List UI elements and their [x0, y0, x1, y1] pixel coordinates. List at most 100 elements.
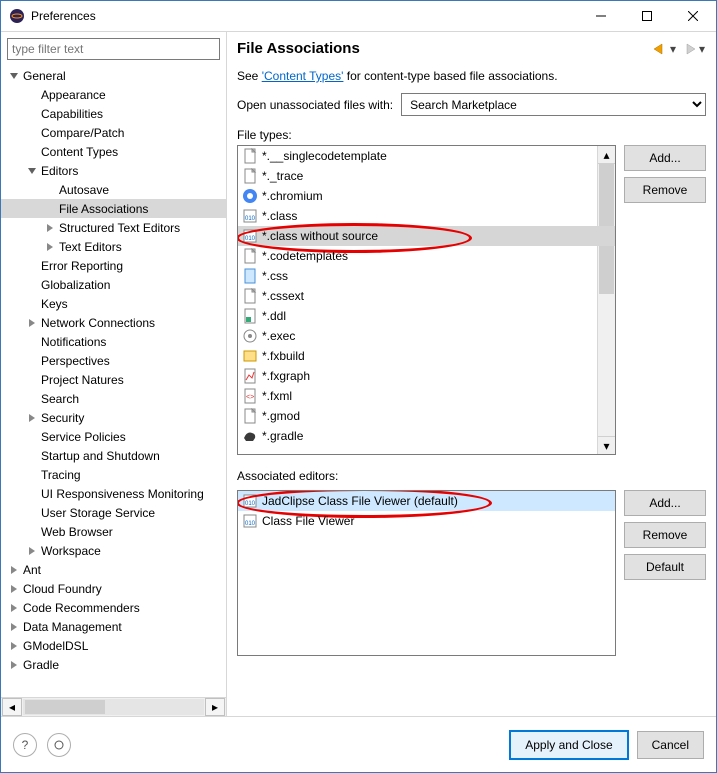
list-item[interactable]: *.fxgraph	[238, 366, 615, 386]
tree-item[interactable]: GModelDSL	[1, 636, 226, 655]
list-item[interactable]: *.exec	[238, 326, 615, 346]
cancel-button[interactable]: Cancel	[637, 731, 704, 759]
list-item[interactable]: *._trace	[238, 166, 615, 186]
tree-item[interactable]: Service Policies	[1, 427, 226, 446]
list-item[interactable]: *.chromium	[238, 186, 615, 206]
tree-item[interactable]: Globalization	[1, 275, 226, 294]
editors-remove-button[interactable]: Remove	[624, 522, 706, 548]
tree-item[interactable]: Content Types	[1, 142, 226, 161]
forward-menu-icon[interactable]: ▾	[698, 42, 706, 56]
tree-item[interactable]: Tracing	[1, 465, 226, 484]
expand-icon[interactable]	[43, 242, 57, 252]
preferences-tree[interactable]: GeneralAppearance Capabilities Compare/Pat…	[1, 66, 226, 697]
tree-item[interactable]: Security	[1, 408, 226, 427]
editors-default-button[interactable]: Default	[624, 554, 706, 580]
expand-icon[interactable]	[7, 660, 21, 670]
expand-icon[interactable]	[25, 318, 39, 328]
tree-label: Capabilities	[39, 107, 103, 121]
editors-add-button[interactable]: Add...	[624, 490, 706, 516]
list-item[interactable]: *.ddl	[238, 306, 615, 326]
tree-item[interactable]: Ant	[1, 560, 226, 579]
tree-item[interactable]: Editors	[1, 161, 226, 180]
tree-label: GModelDSL	[21, 639, 88, 653]
expand-icon[interactable]	[43, 223, 57, 233]
expand-icon[interactable]	[7, 565, 21, 575]
tree-item[interactable]: Network Connections	[1, 313, 226, 332]
expand-icon[interactable]	[25, 413, 39, 423]
maximize-button[interactable]	[624, 1, 670, 31]
forward-button[interactable]	[681, 43, 697, 55]
tree-item[interactable]: Structured Text Editors	[1, 218, 226, 237]
list-item[interactable]: 010Class File Viewer	[238, 511, 615, 531]
tree-item[interactable]: UI Responsiveness Monitoring	[1, 484, 226, 503]
scroll-right-icon[interactable]: ▸	[205, 698, 225, 716]
tree-item[interactable]: Capabilities	[1, 104, 226, 123]
tree-item[interactable]: General	[1, 66, 226, 85]
tree-horizontal-scrollbar[interactable]: ◂ ▸	[1, 697, 226, 716]
expand-icon[interactable]	[25, 546, 39, 556]
open-with-select[interactable]: Search Marketplace	[401, 93, 706, 116]
class-icon: 010	[242, 228, 258, 244]
filetypes-remove-button[interactable]: Remove	[624, 177, 706, 203]
tree-item[interactable]: Code Recommenders	[1, 598, 226, 617]
tree-item[interactable]: Appearance	[1, 85, 226, 104]
tree-label: Notifications	[39, 335, 106, 349]
tree-label: Service Policies	[39, 430, 126, 444]
associated-editors-list[interactable]: 010JadClipse Class File Viewer (default)…	[237, 490, 616, 656]
list-item[interactable]: 010*.class	[238, 206, 615, 226]
tree-item[interactable]: Project Natures	[1, 370, 226, 389]
tree-item[interactable]: Compare/Patch	[1, 123, 226, 142]
expand-icon[interactable]	[7, 584, 21, 594]
apply-and-close-button[interactable]: Apply and Close	[509, 730, 628, 760]
list-item[interactable]: *.gradle	[238, 426, 615, 446]
list-item[interactable]: *.codetemplates	[238, 246, 615, 266]
expand-icon[interactable]	[7, 641, 21, 651]
list-item-label: *.chromium	[262, 189, 323, 203]
expand-icon[interactable]	[7, 603, 21, 613]
import-export-button[interactable]	[47, 733, 71, 757]
expand-icon[interactable]	[25, 166, 39, 176]
list-item[interactable]: *.gmod	[238, 406, 615, 426]
list-item[interactable]: *.cssext	[238, 286, 615, 306]
back-button[interactable]	[652, 43, 668, 55]
list-item[interactable]: *.fxbuild	[238, 346, 615, 366]
filetypes-list[interactable]: ▴ ▾ *.__singlecodetemplate*._trace*.chro…	[237, 145, 616, 455]
list-item[interactable]: *.__singlecodetemplate	[238, 146, 615, 166]
tree-item[interactable]: Cloud Foundry	[1, 579, 226, 598]
tree-item[interactable]: Text Editors	[1, 237, 226, 256]
tree-item[interactable]: File Associations	[1, 199, 226, 218]
list-item-label: JadClipse Class File Viewer (default)	[262, 494, 458, 508]
minimize-button[interactable]	[578, 1, 624, 31]
filetypes-add-button[interactable]: Add...	[624, 145, 706, 171]
file-icon	[242, 148, 258, 164]
list-item[interactable]: *.css	[238, 266, 615, 286]
list-item[interactable]: 010JadClipse Class File Viewer (default)	[238, 491, 615, 511]
filter-input[interactable]	[7, 38, 220, 60]
tree-item[interactable]: User Storage Service	[1, 503, 226, 522]
close-button[interactable]	[670, 1, 716, 31]
list-item[interactable]: 010*.class without source	[238, 226, 615, 246]
content-types-link[interactable]: 'Content Types'	[262, 69, 344, 83]
tree-item[interactable]: Startup and Shutdown	[1, 446, 226, 465]
tree-item[interactable]: Gradle	[1, 655, 226, 674]
filetypes-label: File types:	[237, 128, 706, 142]
preferences-window: Preferences GeneralAppearance Capabilitie…	[0, 0, 717, 773]
expand-icon[interactable]	[7, 622, 21, 632]
tree-item[interactable]: Perspectives	[1, 351, 226, 370]
list-item-label: *.gmod	[262, 409, 300, 423]
tree-item[interactable]: Workspace	[1, 541, 226, 560]
back-menu-icon[interactable]: ▾	[669, 42, 677, 56]
tree-item[interactable]: Error Reporting	[1, 256, 226, 275]
tree-item[interactable]: Web Browser	[1, 522, 226, 541]
titlebar[interactable]: Preferences	[1, 1, 716, 32]
list-item[interactable]: <>*.fxml	[238, 386, 615, 406]
help-button[interactable]: ?	[13, 733, 37, 757]
scroll-left-icon[interactable]: ◂	[2, 698, 22, 716]
tree-item[interactable]: Notifications	[1, 332, 226, 351]
tree-item[interactable]: Data Management	[1, 617, 226, 636]
tree-item[interactable]: Autosave	[1, 180, 226, 199]
expand-icon[interactable]	[7, 71, 21, 81]
list-item-label: *.fxml	[262, 389, 292, 403]
tree-item[interactable]: Search	[1, 389, 226, 408]
tree-item[interactable]: Keys	[1, 294, 226, 313]
